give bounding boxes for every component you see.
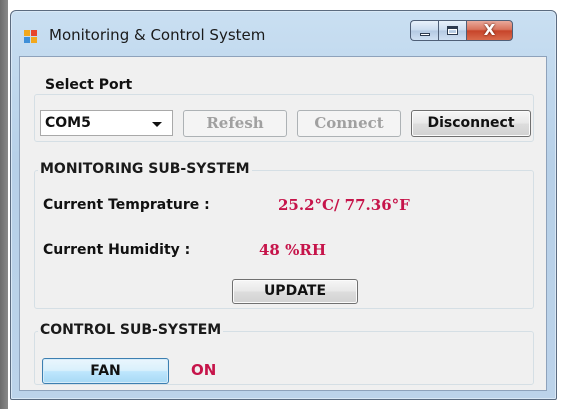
select-port-label: Select Port (45, 77, 133, 93)
temperature-label: Current Temprature : (43, 197, 210, 213)
humidity-label: Current Humidity : (43, 242, 191, 258)
desktop: Monitoring & Control System X Select Por… (0, 0, 563, 409)
port-select[interactable]: COM5 (40, 110, 173, 136)
maximize-icon (447, 26, 458, 35)
form-client-area: Select Port COM5 Refesh Connect Disconne… (19, 56, 547, 391)
title-bar[interactable]: Monitoring & Control System X (11, 11, 556, 56)
connect-button[interactable]: Connect (297, 110, 401, 137)
update-button[interactable]: UPDATE (232, 279, 358, 304)
control-group-title: CONTROL SUB-SYSTEM (38, 322, 224, 338)
chevron-down-icon (152, 122, 162, 127)
app-window-icon (24, 30, 40, 46)
humidity-value: 48 %RH (259, 241, 326, 259)
port-select-value: COM5 (45, 115, 91, 131)
app-window: Monitoring & Control System X Select Por… (10, 10, 557, 400)
disconnect-button[interactable]: Disconnect (411, 110, 531, 137)
fan-button[interactable]: FAN (42, 358, 169, 384)
maximize-button[interactable] (438, 20, 466, 41)
monitoring-group-title: MONITORING SUB-SYSTEM (38, 161, 252, 177)
caption-buttons: X (410, 20, 513, 41)
refresh-button[interactable]: Refesh (183, 110, 287, 137)
close-icon: X (483, 21, 496, 39)
minimize-button[interactable] (410, 20, 438, 41)
minimize-icon (420, 33, 430, 36)
fan-status: ON (191, 361, 217, 379)
temperature-value: 25.2°C/ 77.36°F (278, 196, 410, 214)
window-title: Monitoring & Control System (49, 26, 266, 44)
close-button[interactable]: X (466, 20, 513, 41)
